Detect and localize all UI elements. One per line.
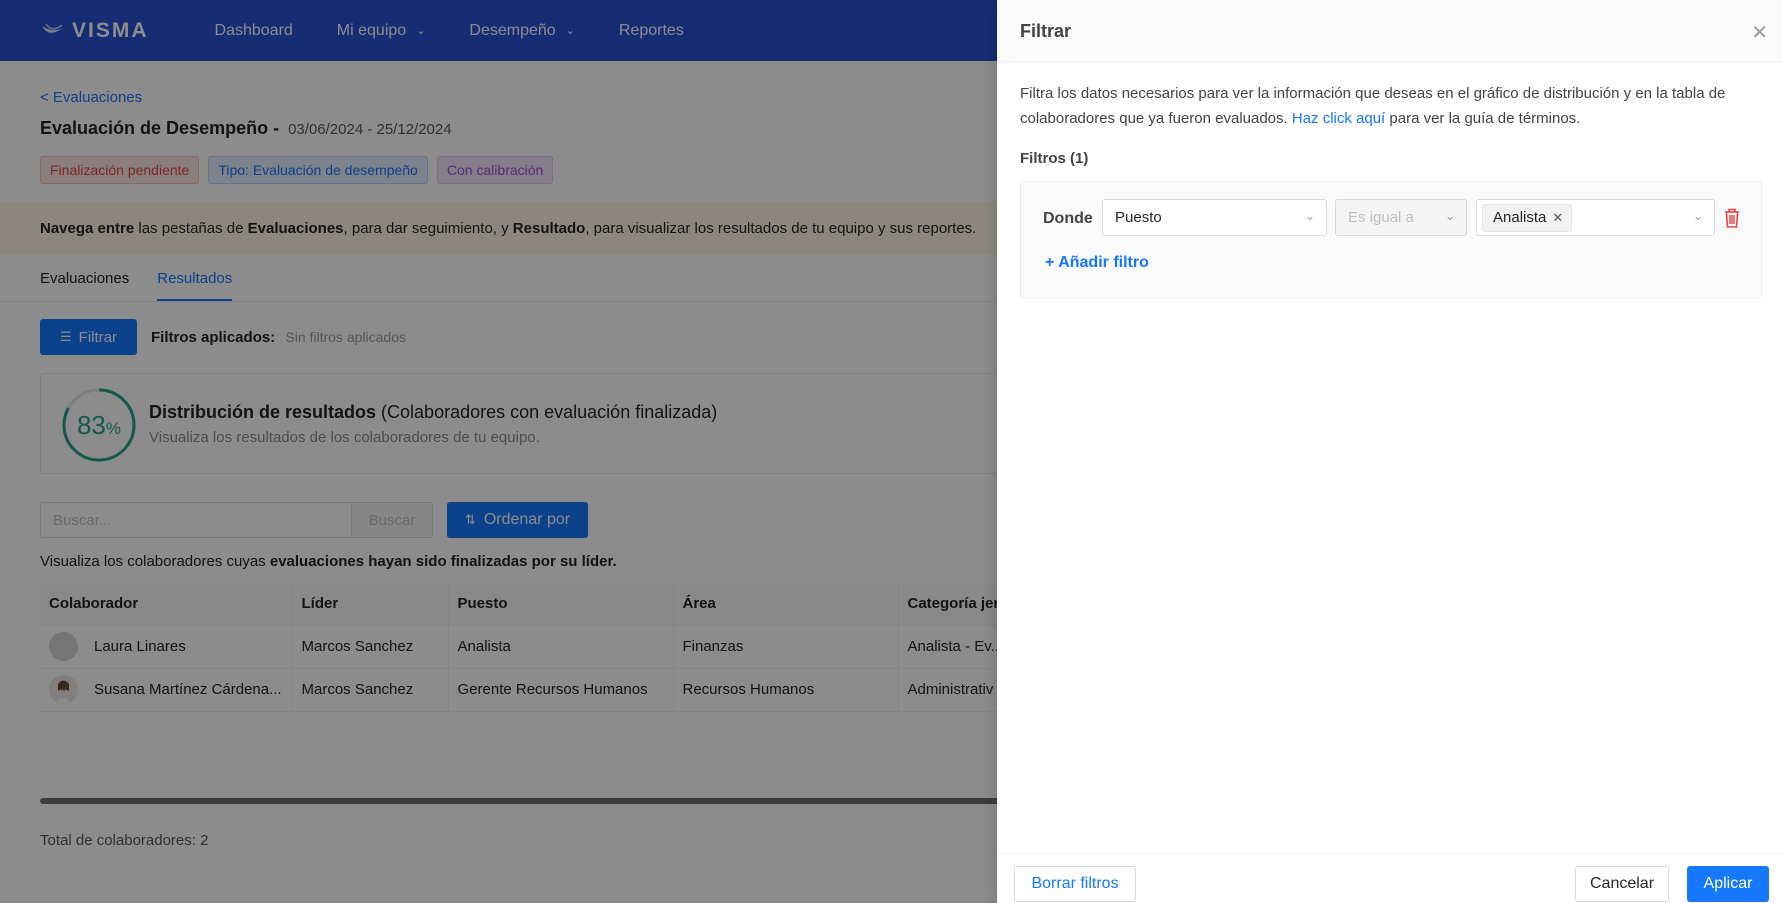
- cancel-button[interactable]: Cancelar: [1575, 866, 1669, 902]
- value-chip-label: Analista: [1493, 209, 1547, 226]
- value-chip: Analista ✕: [1482, 203, 1573, 232]
- filters-count: Filtros (1): [1020, 150, 1089, 167]
- close-icon[interactable]: ✕: [1751, 20, 1768, 45]
- chevron-down-icon: ⌄: [1304, 209, 1315, 223]
- drawer-header: Filtrar ✕: [997, 0, 1782, 62]
- drawer-title: Filtrar: [1020, 21, 1072, 41]
- filter-operator-value: Es igual a: [1348, 209, 1414, 226]
- trash-icon[interactable]: [1722, 207, 1742, 229]
- chevron-down-icon: ⌄: [1444, 209, 1455, 223]
- filter-builder: Donde Puesto ⌄ Es igual a ⌄ Analista ✕ ⌄…: [1020, 181, 1762, 298]
- drawer-description: Filtra los datos necesarios para ver la …: [1020, 81, 1760, 131]
- drawer-description-end: para ver la guía de términos.: [1385, 110, 1581, 127]
- drawer-footer: Borrar filtros Cancelar Aplicar: [997, 853, 1782, 903]
- where-label: Donde: [1043, 210, 1093, 227]
- filter-drawer: Filtrar ✕ Filtra los datos necesarios pa…: [997, 0, 1782, 903]
- filter-value-select[interactable]: Analista ✕ ⌄: [1476, 199, 1715, 236]
- add-filter-link[interactable]: + Añadir filtro: [1045, 254, 1149, 272]
- guide-link[interactable]: Haz click aquí: [1292, 110, 1385, 127]
- filter-field-value: Puesto: [1115, 209, 1162, 226]
- clear-filters-button[interactable]: Borrar filtros: [1014, 866, 1136, 902]
- filter-field-select[interactable]: Puesto ⌄: [1102, 199, 1327, 236]
- chevron-down-icon: ⌄: [1692, 209, 1703, 223]
- filter-operator-select: Es igual a ⌄: [1335, 199, 1467, 236]
- apply-button[interactable]: Aplicar: [1687, 866, 1769, 902]
- remove-chip-icon[interactable]: ✕: [1552, 210, 1563, 226]
